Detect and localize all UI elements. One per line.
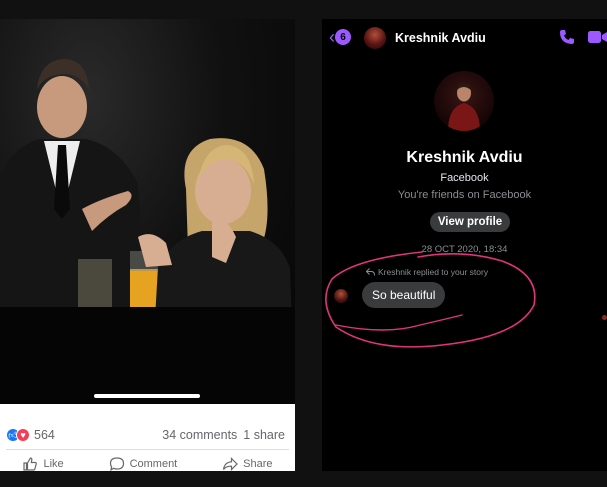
share-button[interactable]: Share [222, 456, 273, 471]
reaction-count: 564 [34, 428, 55, 442]
like-label: Like [43, 458, 64, 470]
post-stats: 34 comments 1 share [162, 428, 285, 442]
comment-button[interactable]: Comment [109, 456, 178, 471]
comment-count-link[interactable]: 34 comments [162, 428, 237, 442]
facebook-post: 👍︎ ♥ 564 34 comments 1 share Like Commen… [0, 19, 295, 471]
share-label: Share [243, 458, 273, 470]
comment-bubble-icon [109, 457, 124, 471]
reactions-summary[interactable]: 👍︎ ♥ 564 [6, 428, 55, 442]
thumbs-up-icon [23, 457, 38, 471]
hand-drawn-circle-annotation [325, 251, 536, 348]
love-reaction-icon: ♥ [16, 428, 30, 442]
like-button[interactable]: Like [22, 456, 64, 471]
post-photo-illustration [0, 59, 295, 404]
share-arrow-icon [223, 457, 239, 471]
comment-label: Comment [129, 458, 178, 470]
home-indicator [94, 394, 200, 398]
divider [6, 449, 289, 450]
post-actions: Like Comment Share [0, 456, 295, 471]
post-photo[interactable] [0, 19, 295, 404]
share-count-link[interactable]: 1 share [243, 428, 285, 442]
messenger-chat: ‹ 6 Kreshnik Avdiu Kreshnik Avdiu Facebo… [322, 19, 607, 471]
post-engagement-bar: 👍︎ ♥ 564 34 comments 1 share Like Commen… [0, 404, 295, 471]
